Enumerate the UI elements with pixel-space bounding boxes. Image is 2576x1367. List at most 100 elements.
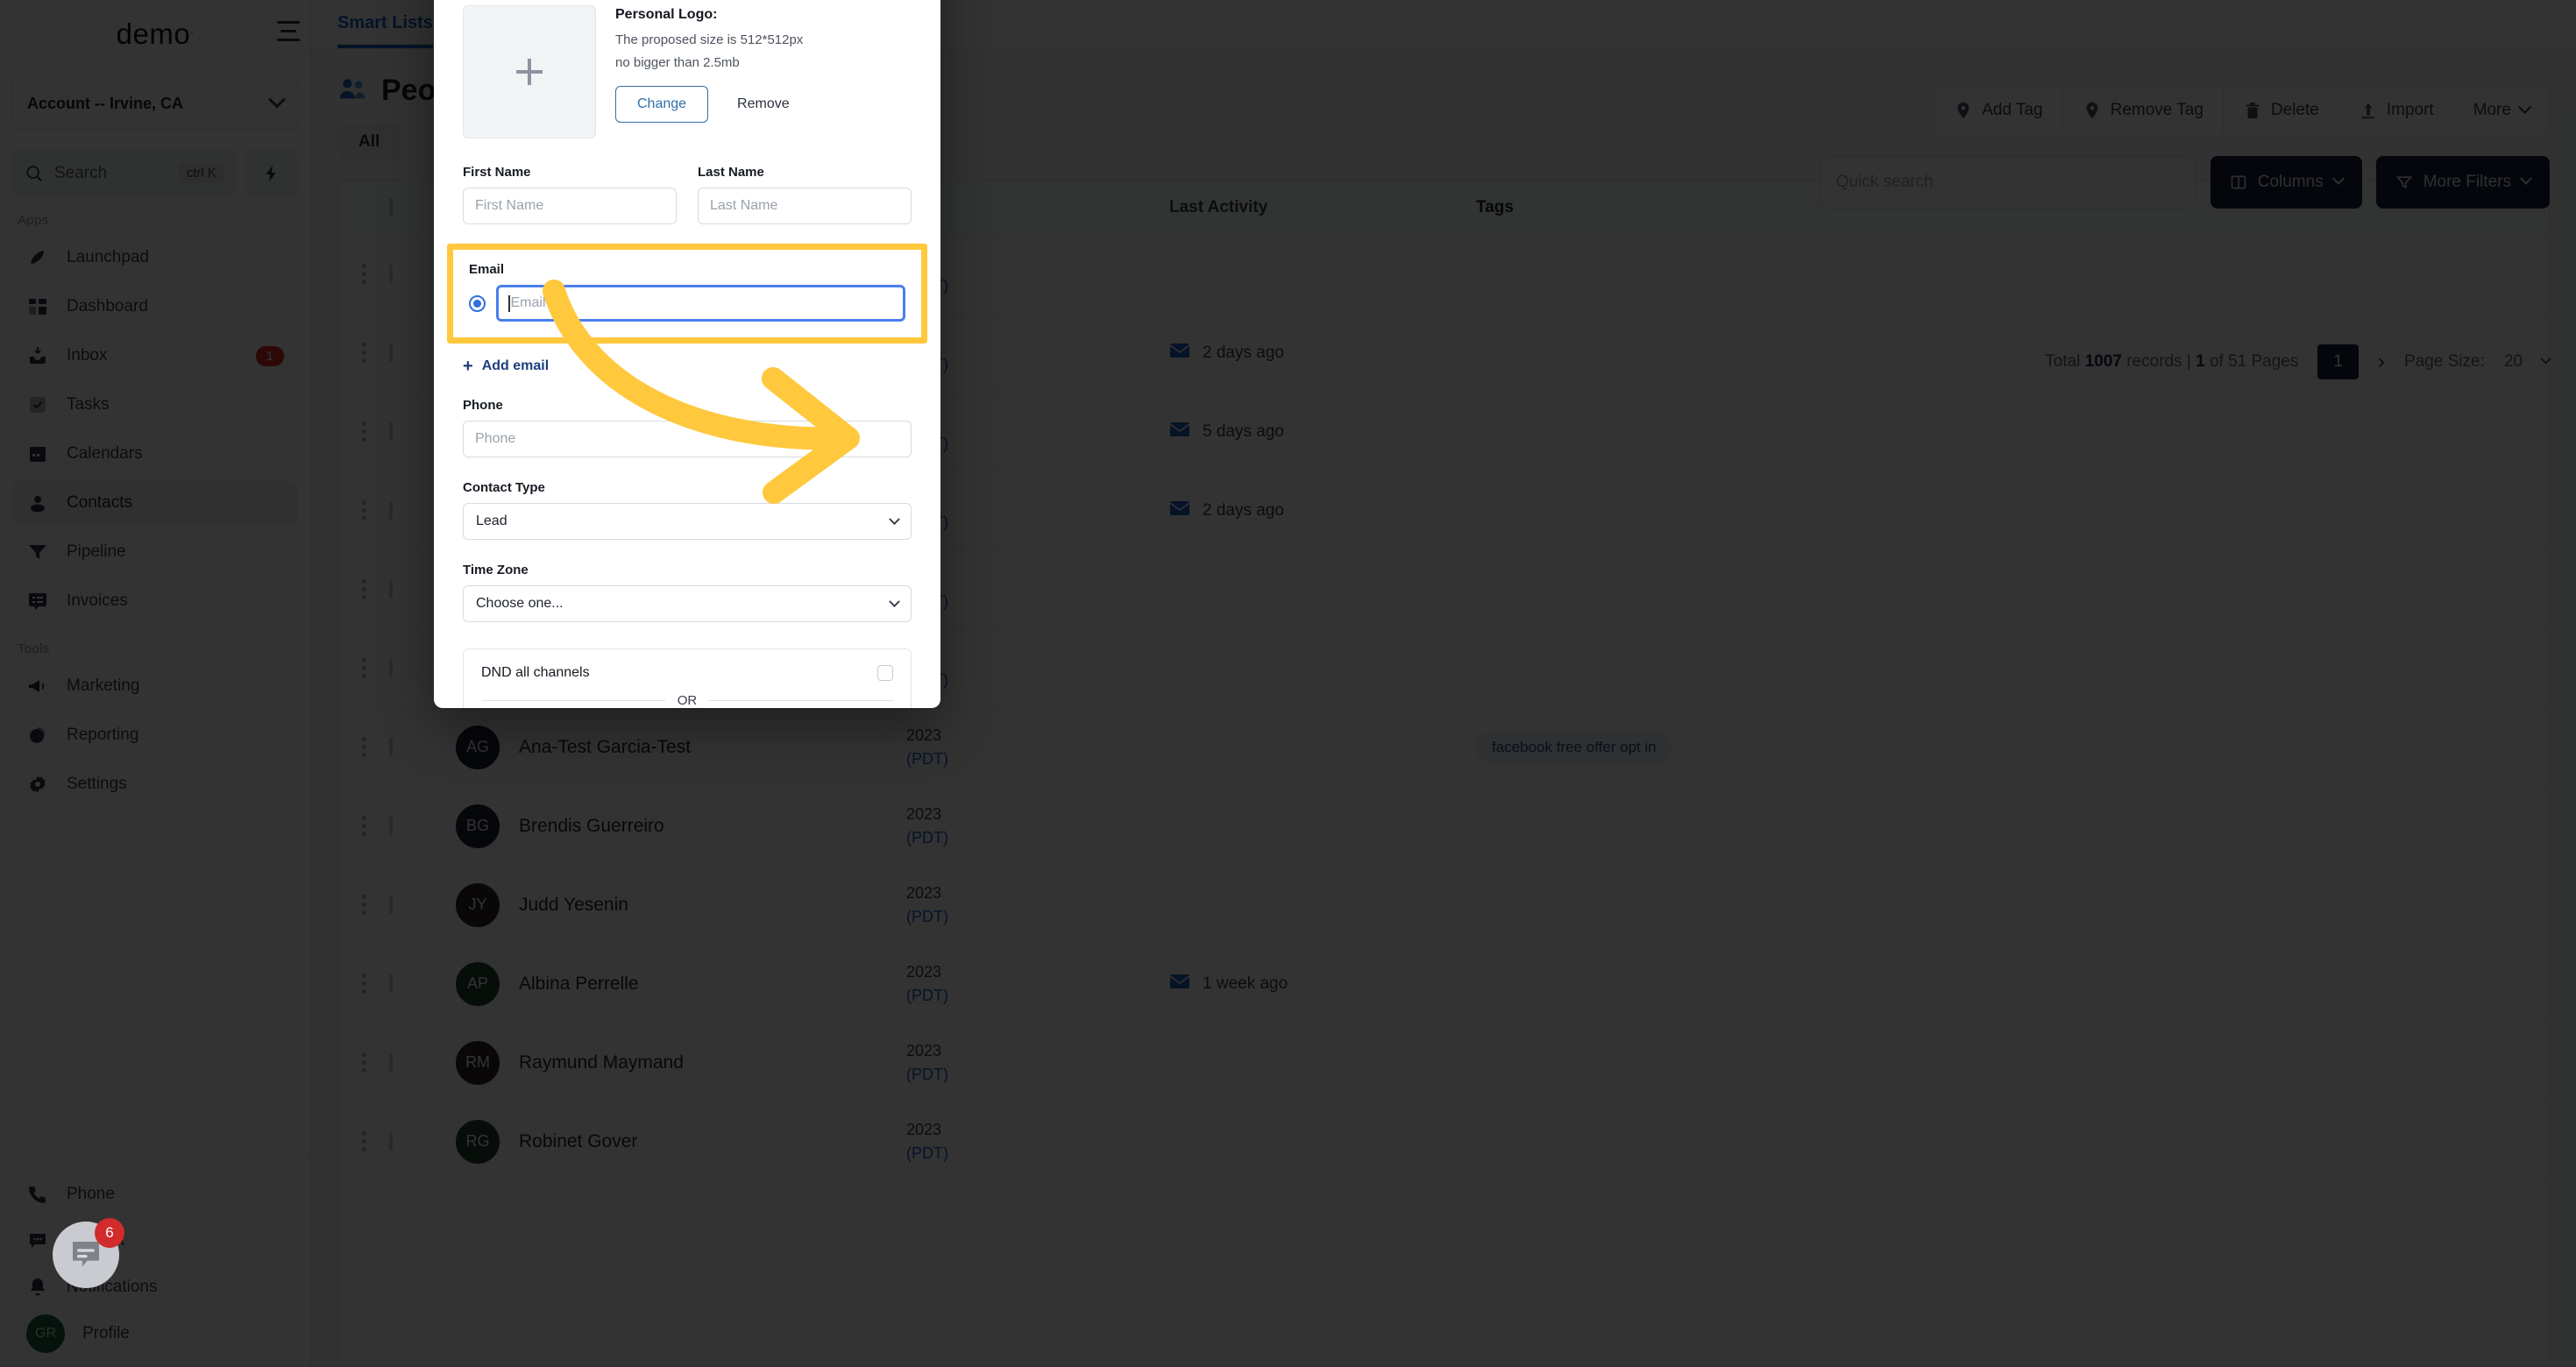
row-checkbox[interactable] — [389, 579, 393, 599]
tab-smart-lists[interactable]: Smart Lists — [337, 13, 433, 48]
columns-icon — [2231, 175, 2246, 189]
quick-action-button[interactable] — [245, 149, 298, 197]
columns-button[interactable]: Columns — [2210, 156, 2362, 209]
chevron-down-icon[interactable] — [2540, 352, 2551, 365]
row-menu-button[interactable] — [338, 974, 389, 994]
row-menu-button[interactable] — [338, 1052, 389, 1073]
phone-input[interactable] — [463, 421, 912, 457]
sidebar-item-launchpad[interactable]: Launchpad — [12, 236, 298, 280]
table-row[interactable]: AG Ana-Test Garcia-Test 2023 (PDT) facebook … — [338, 708, 2549, 787]
sidebar-item-pipeline[interactable]: Pipeline — [12, 530, 298, 574]
row-menu-button[interactable] — [338, 1131, 389, 1151]
plus-icon: + — [463, 357, 473, 376]
row-menu-button[interactable] — [338, 500, 389, 521]
column-header-last-activity[interactable]: Last Activity — [1169, 198, 1476, 217]
row-date: 2023 — [906, 329, 1169, 352]
search-icon — [26, 165, 43, 181]
column-header-tags[interactable]: Tags — [1476, 198, 1809, 217]
row-checkbox[interactable] — [389, 500, 393, 520]
sidebar-item-tasks[interactable]: Tasks — [12, 383, 298, 427]
pagination-next-icon[interactable]: › — [2378, 350, 2385, 374]
select-all-checkbox[interactable] — [389, 197, 393, 216]
table-row[interactable]: BG Brendis Guerreiro 2023 (PDT) — [338, 787, 2549, 866]
sidebar-item-contacts[interactable]: Contacts — [12, 481, 298, 525]
quick-search-input[interactable]: Quick search — [1819, 156, 2196, 209]
columns-label: Columns — [2257, 173, 2324, 191]
row-menu-button[interactable] — [338, 895, 389, 915]
sidebar-item-label: Reporting — [67, 726, 139, 744]
pagination-page-button[interactable]: 1 — [2317, 344, 2359, 379]
more-button[interactable]: More — [2454, 85, 2549, 136]
chat-widget-button[interactable]: 6 — [53, 1218, 124, 1288]
sidebar-item-dashboard[interactable]: Dashboard — [12, 285, 298, 329]
row-checkbox[interactable] — [389, 264, 393, 283]
sidebar-item-calendars[interactable]: Calendars — [12, 432, 298, 476]
logo-upload-dropzone[interactable] — [463, 5, 596, 138]
row-menu-button[interactable] — [338, 658, 389, 678]
sidebar-item-reporting[interactable]: Reporting — [12, 713, 298, 757]
row-checkbox[interactable] — [389, 343, 393, 362]
row-last-activity: 5 days ago — [1203, 421, 1284, 441]
time-zone-select[interactable]: Choose one... — [463, 585, 912, 622]
avatar: BG — [456, 804, 500, 848]
table-row[interactable]: RM Raymund Maymand 2023 (PDT) — [338, 1023, 2549, 1102]
more-filters-button[interactable]: More Filters — [2375, 156, 2550, 209]
row-date-cell: 2023 (PDT) — [906, 960, 1169, 1006]
row-date-cell: 2023 (PDT) — [906, 1118, 1169, 1164]
row-menu-button[interactable] — [338, 264, 389, 284]
email-row: Email 1 — [469, 285, 905, 322]
remove-logo-button[interactable]: Remove — [715, 85, 812, 123]
add-tag-button[interactable]: Add Tag — [1934, 85, 2063, 136]
row-checkbox[interactable] — [389, 816, 393, 835]
row-checkbox[interactable] — [389, 895, 393, 914]
sidebar-item-label: Pipeline — [67, 542, 126, 561]
sidebar-item-notifications[interactable]: Notifications — [12, 1265, 298, 1309]
change-logo-button[interactable]: Change — [615, 85, 709, 123]
import-button[interactable]: Import — [2339, 85, 2454, 136]
sidebar-item-inbox[interactable]: Inbox 1 — [12, 334, 298, 378]
table-row[interactable]: AP Albina Perrelle 2023 (PDT) 1 week ago — [338, 945, 2549, 1023]
row-checkbox-cell — [389, 1052, 451, 1072]
envelope-icon — [1169, 500, 1190, 515]
row-menu-button[interactable] — [338, 737, 389, 757]
table-row[interactable]: RG Robinet Gover 2023 (PDT) — [338, 1102, 2549, 1181]
page-size-label: Page Size: — [2403, 352, 2485, 371]
row-checkbox[interactable] — [389, 737, 393, 756]
row-menu-button[interactable] — [338, 579, 389, 599]
remove-tag-button[interactable]: Remove Tag — [2063, 85, 2224, 136]
row-checkbox[interactable] — [389, 421, 393, 441]
filter-chip-all[interactable]: All — [337, 124, 401, 160]
sidebar-collapse-icon[interactable] — [277, 21, 300, 41]
first-name-input[interactable] — [463, 188, 677, 224]
row-menu-button[interactable] — [338, 343, 389, 363]
page-size-value[interactable]: 20 — [2504, 352, 2523, 372]
contact-type-select[interactable]: Lead — [463, 503, 912, 540]
row-menu-button[interactable] — [338, 421, 389, 442]
account-selector[interactable]: Account -- Irvine, CA — [12, 77, 298, 130]
table-row[interactable]: JY Judd Yesenin 2023 (PDT) — [338, 866, 2549, 945]
last-name-input[interactable] — [698, 188, 912, 224]
email-input[interactable]: Email 1 — [496, 285, 905, 322]
email-primary-radio[interactable] — [469, 294, 486, 312]
delete-button[interactable]: Delete — [2224, 85, 2339, 136]
sidebar-item-invoices[interactable]: Invoices — [12, 579, 298, 623]
divider-line-left — [481, 700, 665, 701]
sidebar-item-label: Tasks — [67, 395, 110, 414]
more-filters-label: More Filters — [2423, 173, 2511, 191]
row-checkbox-cell — [389, 1131, 451, 1151]
row-checkbox[interactable] — [389, 974, 393, 993]
row-checkbox[interactable] — [389, 1131, 393, 1151]
sidebar-item-profile[interactable]: GR Profile — [12, 1312, 298, 1356]
dnd-all-checkbox[interactable] — [877, 665, 893, 681]
row-menu-button[interactable] — [338, 816, 389, 836]
row-checkbox[interactable] — [389, 1052, 393, 1072]
add-email-button[interactable]: + Add email — [463, 358, 912, 375]
row-last-activity: 2 days ago — [1203, 500, 1284, 520]
sidebar-item-phone[interactable]: Phone — [12, 1172, 298, 1216]
trash-icon — [2246, 102, 2260, 119]
sidebar-item-marketing[interactable]: Marketing — [12, 664, 298, 708]
search-input[interactable]: Search ctrl K — [12, 149, 237, 197]
row-checkbox[interactable] — [389, 658, 393, 677]
sidebar-item-settings[interactable]: Settings — [12, 762, 298, 806]
